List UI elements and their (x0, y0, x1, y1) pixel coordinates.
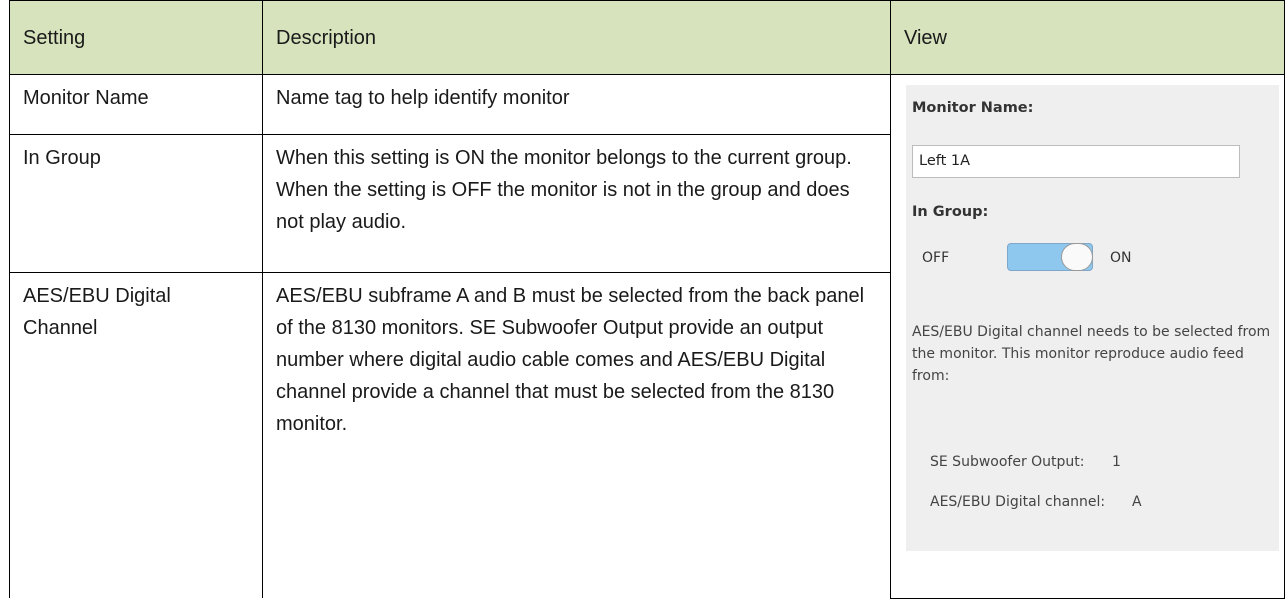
header-setting: Setting (9, 0, 263, 75)
setting-cell: AES/EBU Digital Channel (9, 272, 263, 598)
description-cell: Name tag to help identify monitor (262, 74, 891, 135)
settings-table: Setting Description View Monitor Name Na… (9, 0, 1285, 599)
setting-cell: In Group (9, 134, 263, 273)
table-row: Monitor Name Name tag to help identify m… (9, 74, 1285, 599)
description-cell: When this setting is ON the monitor belo… (262, 134, 891, 273)
aes-channel-label: AES/EBU Digital channel: (930, 494, 1106, 510)
aes-channel-description: AES/EBU Digital channel needs to be sele… (912, 324, 1271, 384)
aes-channel-value: A (1132, 494, 1142, 510)
se-output-value: 1 (1112, 454, 1121, 470)
description-cell: AES/EBU subframe A and B must be selecte… (262, 272, 891, 598)
in-group-toggle[interactable] (1007, 243, 1093, 271)
monitor-name-label: Monitor Name: (912, 100, 1034, 116)
monitor-name-input[interactable]: Left 1A (912, 145, 1240, 178)
header-view: View (890, 0, 1285, 75)
monitor-settings-panel: Monitor Name: Left 1A In Group: OFF ON A… (906, 85, 1279, 551)
toggle-off-label: OFF (922, 250, 950, 266)
in-group-label: In Group: (912, 204, 989, 220)
se-output-label: SE Subwoofer Output: (930, 454, 1085, 470)
table-header-row: Setting Description View (9, 0, 1285, 75)
toggle-on-label: ON (1110, 250, 1132, 266)
toggle-knob[interactable] (1061, 243, 1093, 271)
header-description: Description (262, 0, 891, 75)
setting-cell: Monitor Name (9, 74, 263, 135)
view-cell: Monitor Name: Left 1A In Group: OFF ON A… (890, 74, 1285, 599)
